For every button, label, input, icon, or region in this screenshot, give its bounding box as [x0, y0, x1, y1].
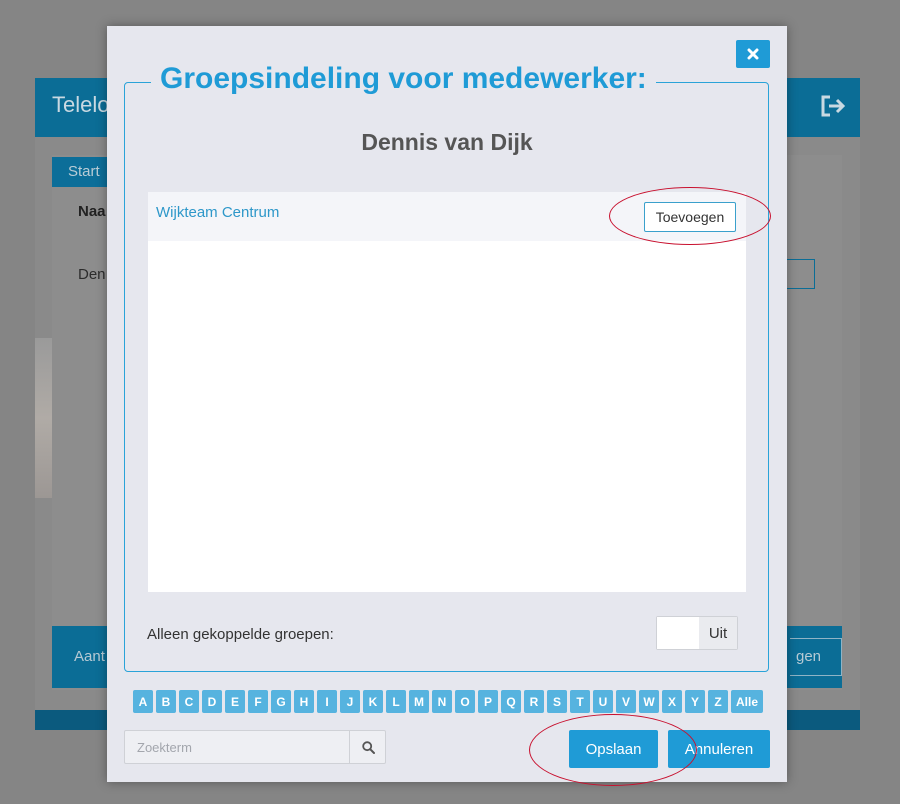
letter-filter-button[interactable]: U [593, 690, 613, 713]
logout-icon [821, 95, 846, 117]
linked-groups-filter-label: Alleen gekoppelde groepen: [147, 626, 334, 643]
letter-filter-button[interactable]: K [363, 690, 383, 713]
linked-groups-toggle[interactable]: Uit [656, 616, 738, 650]
modal-title: Groepsindeling voor medewerker: [151, 62, 656, 96]
letter-filter-button[interactable]: J [340, 690, 360, 713]
letter-filter-button[interactable]: Q [501, 690, 521, 713]
group-name: Wijkteam Centrum [156, 204, 280, 221]
letter-filter-button[interactable]: W [639, 690, 659, 713]
toggle-state-label: Uit [699, 617, 737, 649]
search-icon [362, 740, 375, 754]
background-column-header: Naa [78, 203, 106, 220]
letter-filter-button[interactable]: I [317, 690, 337, 713]
letter-filter-button[interactable]: C [179, 690, 199, 713]
letter-filter-button[interactable]: E [225, 690, 245, 713]
letter-filter-button[interactable]: Y [685, 690, 705, 713]
employee-name: Dennis van Dijk [361, 129, 533, 155]
search-button[interactable] [349, 731, 387, 763]
background-photo [35, 338, 52, 498]
background-footer-right: gen [790, 638, 842, 676]
group-list: Wijkteam Centrum Toevoegen [148, 192, 746, 592]
letter-filter-button[interactable]: O [455, 690, 475, 713]
letter-filter-button[interactable]: X [662, 690, 682, 713]
alphabet-filter: A B C D E F G H I J K L M N O P Q R S T … [133, 690, 763, 713]
letter-filter-button[interactable]: B [156, 690, 176, 713]
letter-filter-button[interactable]: Z [708, 690, 728, 713]
background-footer-left: Aant [74, 648, 105, 665]
group-assignment-modal: Groepsindeling voor medewerker: Dennis v… [107, 26, 787, 782]
add-group-button[interactable]: Toevoegen [644, 202, 736, 232]
letter-filter-button[interactable]: H [294, 690, 314, 713]
close-button[interactable] [736, 40, 770, 68]
letter-filter-button[interactable]: T [570, 690, 590, 713]
group-row: Wijkteam Centrum Toevoegen [148, 192, 746, 241]
letter-filter-button[interactable]: S [547, 690, 567, 713]
search-input[interactable] [125, 731, 349, 763]
toggle-knob [657, 617, 699, 649]
search-box [124, 730, 386, 764]
letter-filter-all-button[interactable]: Alle [731, 690, 763, 713]
close-icon [747, 48, 759, 60]
letter-filter-button[interactable]: M [409, 690, 429, 713]
letter-filter-button[interactable]: A [133, 690, 153, 713]
letter-filter-button[interactable]: D [202, 690, 222, 713]
letter-filter-button[interactable]: F [248, 690, 268, 713]
letter-filter-button[interactable]: R [524, 690, 544, 713]
background-row-name: Den [78, 266, 106, 283]
cancel-button[interactable]: Annuleren [668, 730, 770, 768]
letter-filter-button[interactable]: V [616, 690, 636, 713]
letter-filter-button[interactable]: N [432, 690, 452, 713]
letter-filter-button[interactable]: P [478, 690, 498, 713]
letter-filter-button[interactable]: L [386, 690, 406, 713]
background-title: Telelo [52, 92, 110, 117]
save-button[interactable]: Opslaan [569, 730, 658, 768]
letter-filter-button[interactable]: G [271, 690, 291, 713]
